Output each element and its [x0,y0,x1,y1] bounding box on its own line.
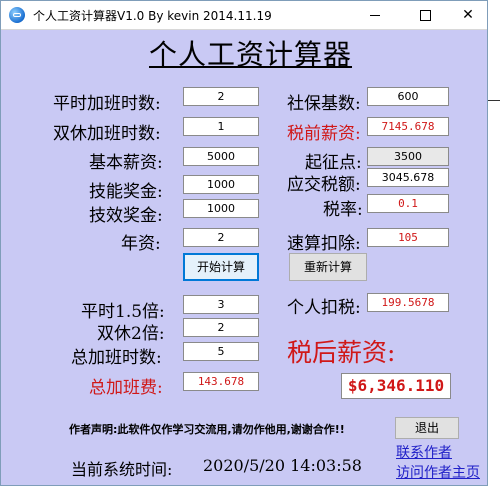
close-button[interactable]: ✕ [447,1,489,29]
overtime-weekend-hours-input[interactable]: 1 [183,117,259,136]
seniority-label: 年资: [121,234,161,254]
weekend-multiplier-label: 双休2倍: [97,324,165,344]
title-bar: 个人工资计算器V1.0 By kevin 2014.11.19 ✕ [1,1,487,30]
personal-income-tax-output: 199.5678 [367,293,449,312]
weekend-multiplier-output: 2 [183,318,259,337]
maximize-button[interactable] [403,1,447,29]
overtime-weekday-hours-label: 平时加班时数: [53,94,161,114]
after-tax-salary-output: $6,346.110 [341,373,451,399]
maximize-icon [419,9,431,21]
app-icon [9,7,25,23]
taxable-amount-label: 应交税额: [287,175,361,195]
total-overtime-hours-label: 总加班时数: [71,348,162,368]
total-overtime-hours-output: 5 [183,342,259,361]
window-title: 个人工资计算器V1.0 By kevin 2014.11.19 [33,9,272,23]
system-time-value: 2020/5/20 14:03:58 [203,456,362,475]
personal-income-tax-label: 个人扣税: [287,298,361,318]
base-salary-input[interactable]: 5000 [183,147,259,166]
social-security-base-input[interactable]: 600 [367,87,449,106]
minimize-button[interactable] [353,1,397,29]
taxable-amount-output: 3045.678 [367,168,449,187]
exit-button[interactable]: 退出 [395,417,459,439]
page-title: 个人工资计算器 [149,38,353,71]
overtime-weekend-hours-label: 双休加班时数: [53,124,161,144]
performance-bonus-input[interactable]: 1000 [183,199,259,218]
tax-rate-output: 0.1 [367,194,449,213]
quick-deduction-output: 105 [367,228,449,247]
skill-bonus-input[interactable]: 1000 [183,175,259,194]
calculate-button[interactable]: 开始计算 [183,253,259,281]
base-salary-label: 基本薪资: [89,153,163,173]
app-window: 个人工资计算器V1.0 By kevin 2014.11.19 ✕ 个人工资计算… [0,0,488,486]
system-time-label: 当前系统时间: [71,460,173,479]
close-icon: ✕ [462,7,474,23]
author-homepage-link[interactable]: 访问作者主页 [396,462,480,482]
total-overtime-pay-output: 143.678 [183,372,259,391]
tax-rate-label: 税率: [323,200,363,220]
recalculate-button[interactable]: 重新计算 [289,253,367,281]
pre-tax-salary-output: 7145.678 [367,117,449,136]
contact-author-link[interactable]: 联系作者 [396,442,452,462]
total-overtime-pay-label: 总加班费: [89,378,163,398]
seniority-input[interactable]: 2 [183,228,259,247]
background-divider [488,100,500,101]
after-tax-salary-label: 税后薪资: [287,338,396,367]
background-window-edge [488,0,500,486]
social-security-base-label: 社保基数: [287,94,361,114]
weekday-multiplier-output: 3 [183,295,259,314]
performance-bonus-label: 技效奖金: [89,206,163,226]
skill-bonus-label: 技能奖金: [89,182,163,202]
quick-deduction-label: 速算扣除: [287,234,361,254]
author-disclaimer: 作者声明:此软件仅作学习交流用,请勿作他用,谢谢合作!! [69,423,345,436]
pre-tax-salary-label: 税前薪资: [287,124,361,144]
threshold-input[interactable]: 3500 [367,147,449,166]
minimize-icon [370,14,380,16]
overtime-weekday-hours-input[interactable]: 2 [183,87,259,106]
